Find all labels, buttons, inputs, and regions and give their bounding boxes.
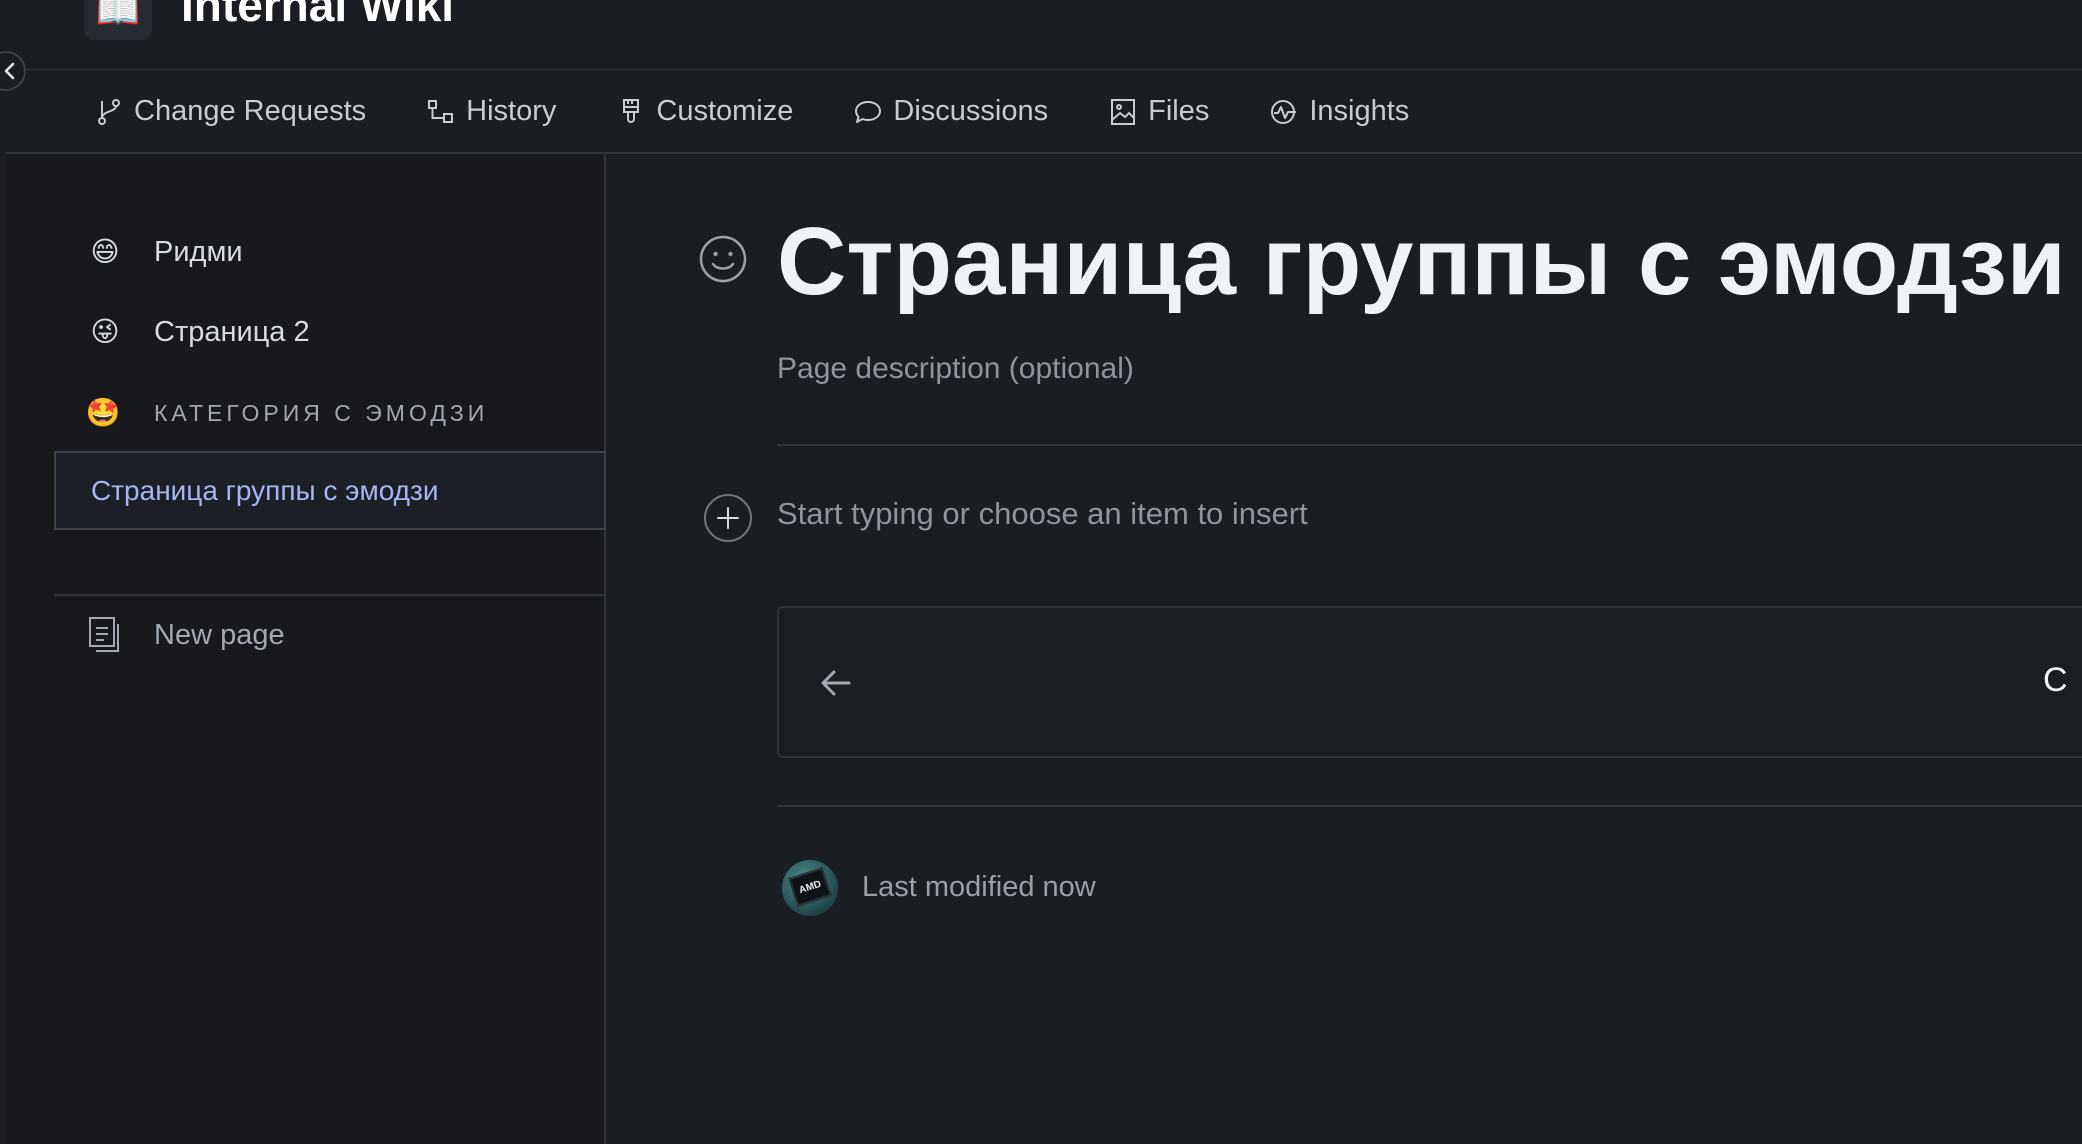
- sidebar: 😄 Ридми 😜 Страница 2 🤩 КАТЕГОРИЯ С ЭМОДЗ…: [6, 155, 606, 1144]
- sidebar-item-label: Ридми: [154, 235, 243, 268]
- sidebar-item-label: Страница 2: [154, 315, 310, 348]
- tab-label: Insights: [1309, 95, 1410, 127]
- page-content: Страница группы с эмодзи Start typing or…: [608, 155, 2082, 1144]
- next-page-label: С: [2043, 661, 2068, 699]
- category-label: КАТЕГОРИЯ С ЭМОДЗИ: [154, 399, 489, 426]
- plus-icon: [717, 507, 739, 529]
- tab-label: Discussions: [893, 95, 1049, 127]
- avatar[interactable]: AMD: [782, 860, 838, 916]
- new-page-label: New page: [154, 618, 285, 651]
- sidebar-item-page-2[interactable]: 😜 Страница 2: [88, 307, 310, 357]
- sidebar-divider: [54, 594, 606, 596]
- sidebar-category[interactable]: 🤩 КАТЕГОРИЯ С ЭМОДЗИ: [85, 388, 489, 438]
- image-file-icon: [1111, 98, 1136, 125]
- sidebar-item-active-page[interactable]: Страница группы с эмодзи: [54, 451, 606, 530]
- tab-label: Files: [1148, 95, 1210, 127]
- last-modified-text: Last modified now: [862, 871, 1096, 903]
- grinning-emoji-icon: 😄: [90, 236, 120, 267]
- tab-label: Change Requests: [134, 95, 367, 127]
- chat-bubble-icon: [855, 100, 882, 123]
- tab-label: History: [466, 95, 557, 127]
- footer-divider: [777, 805, 2082, 807]
- header-divider: [777, 444, 2082, 446]
- new-page-icon: [89, 617, 119, 652]
- insert-block-button[interactable]: [704, 494, 752, 542]
- space-header: 📖 Internal Wiki: [0, 0, 2082, 70]
- paintbrush-icon: [623, 98, 640, 123]
- chevron-left-icon: [4, 62, 15, 80]
- tab-insights[interactable]: Insights: [1269, 87, 1409, 137]
- avatar-logo: AMD: [788, 867, 832, 907]
- tab-history[interactable]: History: [426, 87, 556, 137]
- page-navigation-card[interactable]: С: [777, 606, 2082, 758]
- arrow-left-icon: [821, 670, 851, 696]
- tab-change-requests[interactable]: Change Requests: [94, 87, 366, 137]
- tab-label: Customize: [656, 95, 794, 127]
- winking-tongue-emoji-icon: 😜: [90, 316, 120, 347]
- tab-discussions[interactable]: Discussions: [853, 87, 1048, 137]
- git-branch-icon: [98, 98, 120, 125]
- insights-icon: [1271, 99, 1297, 124]
- page-description-input[interactable]: [777, 352, 1777, 386]
- tab-customize[interactable]: Customize: [616, 87, 793, 137]
- sidebar-item-readme[interactable]: 😄 Ридми: [88, 227, 243, 277]
- tab-files[interactable]: Files: [1108, 87, 1209, 137]
- history-icon: [428, 99, 454, 123]
- smiley-icon: [699, 235, 747, 283]
- page-icon-picker[interactable]: [698, 234, 748, 284]
- space-tabs: Change Requests History Customize Discus…: [6, 71, 2082, 154]
- page-title[interactable]: Страница группы с эмодзи: [777, 207, 2066, 317]
- app-window: 📖 Internal Wiki Change Requests History: [0, 0, 2082, 1144]
- new-page-button[interactable]: New page: [88, 610, 285, 660]
- editor-placeholder[interactable]: Start typing or choose an item to insert: [777, 496, 1308, 532]
- space-logo[interactable]: 📖: [84, 0, 152, 40]
- star-struck-emoji-icon: 🤩: [85, 397, 125, 428]
- space-title[interactable]: Internal Wiki: [181, 0, 454, 32]
